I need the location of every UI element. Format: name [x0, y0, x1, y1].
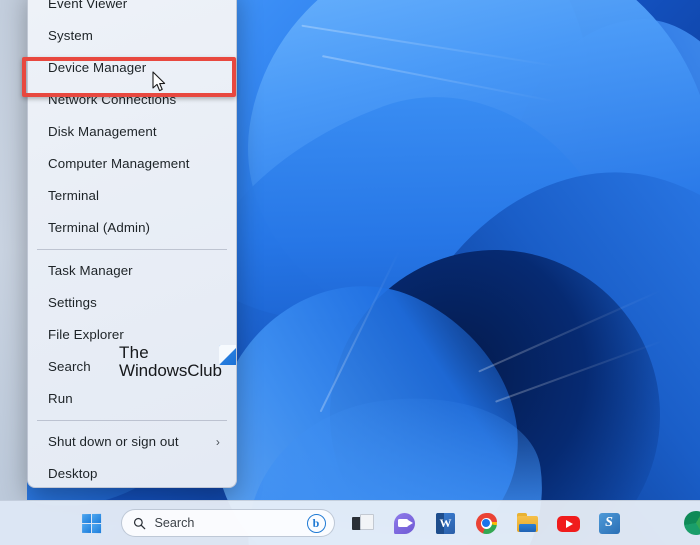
menu-item-disk-management[interactable]: Disk Management — [28, 116, 236, 148]
menu-item-terminal[interactable]: Terminal — [28, 180, 236, 212]
menu-item-search[interactable]: Search — [28, 351, 236, 383]
wallpaper-highlight-edge — [301, 24, 559, 68]
word-icon[interactable]: W — [433, 511, 458, 536]
chevron-right-icon: › — [215, 435, 220, 449]
menu-item-computer-management[interactable]: Computer Management — [28, 148, 236, 180]
menu-separator — [37, 249, 227, 250]
search-placeholder-text: Search — [154, 516, 195, 530]
wallpaper-highlight-edge — [319, 249, 401, 413]
wallpaper-ribbon — [303, 223, 687, 545]
menu-item-label: File Explorer — [48, 327, 124, 342]
task-view-icon[interactable] — [351, 511, 376, 536]
mouse-pointer-icon — [152, 71, 166, 92]
menu-item-label: Computer Management — [48, 156, 190, 171]
partial-app-icon[interactable] — [684, 511, 700, 535]
wallpaper-highlight-edge — [495, 339, 665, 403]
menu-item-file-explorer[interactable]: File Explorer — [28, 319, 236, 351]
youtube-icon[interactable] — [556, 511, 581, 536]
wallpaper-ribbon — [491, 7, 700, 393]
menu-item-label: Terminal — [48, 188, 100, 203]
menu-item-label: Task Manager — [48, 263, 133, 278]
menu-item-run[interactable]: Run — [28, 383, 236, 415]
menu-item-label: Settings — [48, 295, 97, 310]
menu-item-shut-down-or-sign-out[interactable]: Shut down or sign out › — [28, 426, 236, 458]
menu-item-system[interactable]: System — [28, 20, 236, 52]
chrome-icon[interactable] — [474, 511, 499, 536]
start-button[interactable] — [79, 510, 105, 536]
menu-separator — [37, 420, 227, 421]
menu-item-event-viewer[interactable]: Event Viewer — [28, 0, 236, 20]
menu-item-label: Terminal (Admin) — [48, 220, 151, 235]
bing-chat-icon[interactable]: b — [306, 513, 326, 533]
wallpaper-ribbon — [224, 0, 700, 371]
menu-item-label: Shut down or sign out — [48, 434, 179, 449]
taskbar-center-group: Search b W S — [79, 509, 622, 537]
word-icon-glyph: W — [439, 515, 452, 530]
menu-item-label: System — [48, 28, 93, 43]
search-input[interactable]: Search b — [120, 509, 335, 537]
taskbar[interactable]: Search b W S — [0, 500, 700, 545]
wallpaper-highlight-edge — [322, 55, 558, 103]
teams-icon[interactable] — [392, 511, 417, 536]
snagit-icon-glyph: S — [605, 515, 613, 530]
device-manager-highlight-box — [22, 57, 236, 97]
search-icon — [133, 517, 145, 529]
desktop-screen: Event Viewer System Device Manager Network … — [0, 0, 700, 545]
menu-item-terminal-admin[interactable]: Terminal (Admin) — [28, 212, 236, 244]
wallpaper-ribbon — [344, 118, 700, 545]
windows-logo-icon — [82, 513, 102, 533]
snagit-icon[interactable]: S — [597, 511, 622, 536]
menu-item-label: Disk Management — [48, 124, 157, 139]
menu-item-label: Run — [48, 391, 73, 406]
menu-item-label: Event Viewer — [48, 0, 128, 11]
file-explorer-icon[interactable] — [515, 511, 540, 536]
menu-item-desktop[interactable]: Desktop — [28, 458, 236, 487]
menu-item-label: Search — [48, 359, 91, 374]
menu-item-label: Desktop — [48, 466, 98, 481]
menu-item-settings[interactable]: Settings — [28, 287, 236, 319]
menu-item-task-manager[interactable]: Task Manager — [28, 255, 236, 287]
wallpaper-highlight-edge — [478, 289, 662, 373]
